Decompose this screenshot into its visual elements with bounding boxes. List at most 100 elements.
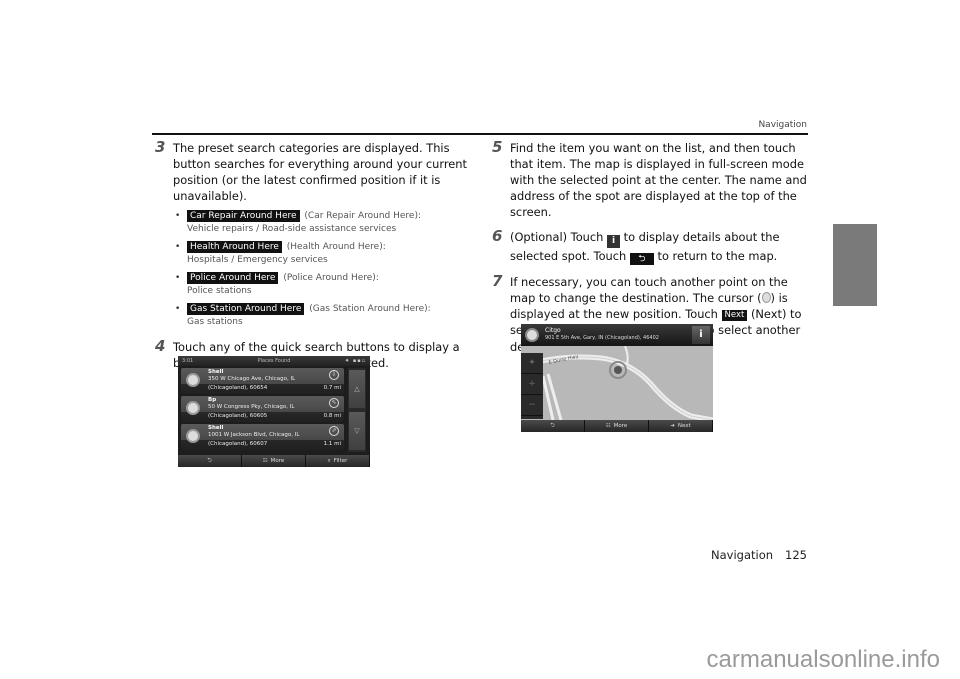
step-text: (Optional) Touch [510, 230, 604, 244]
direction-icon: ⇩ [329, 370, 339, 380]
page-footer: Navigation 125 [711, 548, 807, 562]
info-icon: i [606, 235, 620, 248]
poi-pin-icon [525, 328, 539, 342]
poi-address: 350 W Chicago Ave, Chicago, IL [208, 376, 296, 382]
bullet-icon: • [175, 242, 181, 252]
category-item: • Police Around Here (Police Around Here… [173, 272, 472, 298]
poi-distance: 1.1 mi [323, 441, 341, 447]
poi-pin-icon [186, 401, 200, 415]
category-desc: Police stations [187, 286, 252, 296]
map-controls: ✦ + − [521, 353, 543, 419]
step-3: 3 The preset search categories are displ… [152, 138, 472, 204]
header-rule [152, 133, 808, 135]
scroll-down-button[interactable]: ▽ [349, 412, 365, 450]
next-label: Next [677, 423, 691, 429]
category-list: • Car Repair Around Here (Car Repair Aro… [152, 210, 472, 329]
running-header: Navigation [758, 120, 807, 130]
back-button[interactable]: ⮌ [178, 455, 242, 467]
status-bar: 3:01 Places Found ✷ ▪▪▫ [178, 356, 370, 366]
more-icon: ☷ [605, 423, 611, 429]
step-number: 6 [492, 227, 503, 245]
car-repair-button: Car Repair Around Here [187, 210, 300, 222]
step-text: Find the item you want on the list, and … [510, 141, 807, 219]
poi-address-2: (Chicagoland), 60654 [208, 385, 268, 391]
cursor-icon [761, 292, 771, 303]
place-address: 901 E 5th Ave, Gary, IN (Chicagoland), 4… [545, 335, 659, 341]
poi-name: Bp [208, 397, 217, 403]
category-desc: Vehicle repairs / Road-side assistance s… [187, 224, 397, 234]
zoom-out-button[interactable]: − [521, 395, 543, 416]
places-found-screenshot: 3:01 Places Found ✷ ▪▪▫ Shell 350 W Chic… [178, 356, 370, 467]
health-button: Health Around Here [187, 241, 282, 253]
poi-distance: 0.7 mi [323, 385, 341, 391]
filter-button[interactable]: ⌕ Filter [306, 455, 370, 467]
map-screenshot: E Dune Hwy Citgo 901 E 5th Ave, Gary, IN… [521, 324, 713, 432]
step-number: 3 [155, 138, 166, 156]
left-column: 3 The preset search categories are displ… [152, 138, 472, 371]
footer-section: Navigation [711, 548, 774, 562]
step-number: 5 [492, 138, 503, 156]
category-label: (Police Around Here): [283, 273, 379, 283]
result-item[interactable]: Shell 1001 W Jackson Blvd, Chicago, IL (… [181, 424, 344, 450]
bullet-icon: • [175, 211, 181, 221]
result-item[interactable]: Bp 50 W Congress Pky, Chicago, IL (Chica… [181, 396, 344, 422]
more-icon: ☷ [262, 458, 268, 464]
step-text: The preset search categories are display… [173, 141, 467, 203]
step-text: to return to the map. [657, 249, 778, 263]
category-desc: Hospitals / Emergency services [187, 255, 328, 265]
category-item: • Car Repair Around Here (Car Repair Aro… [173, 210, 472, 236]
map-canvas[interactable]: E Dune Hwy [521, 346, 713, 420]
category-label: (Car Repair Around Here): [304, 211, 421, 221]
results-list: Shell 350 W Chicago Ave, Chicago, IL (Ch… [181, 368, 344, 452]
poi-address-2: (Chicagoland), 60605 [208, 413, 268, 419]
bullet-icon: • [175, 304, 181, 314]
bottom-toolbar: ⮌ ☷ More ➔ Next [521, 420, 713, 432]
back-icon: ⮌ [207, 457, 212, 464]
category-item: • Gas Station Around Here (Gas Station A… [173, 303, 472, 329]
zoom-in-button[interactable]: + [521, 374, 543, 395]
step-number: 7 [492, 272, 503, 290]
next-chip: Next [721, 310, 748, 321]
more-label: More [613, 423, 628, 429]
poi-pin-icon [186, 373, 200, 387]
poi-address-2: (Chicagoland), 60607 [208, 441, 268, 447]
more-label: More [270, 458, 285, 464]
police-button: Police Around Here [187, 272, 279, 284]
back-button[interactable]: ⮌ [521, 420, 585, 432]
chapter-tab [833, 224, 877, 306]
arrow-right-icon: ➔ [670, 423, 675, 429]
watermark: carmanualsonline.info [706, 646, 940, 673]
result-item[interactable]: Shell 350 W Chicago Ave, Chicago, IL (Ch… [181, 368, 344, 394]
screen-title: Places Found [257, 358, 291, 364]
step-number: 4 [155, 337, 166, 355]
place-header: Citgo 901 E 5th Ave, Gary, IN (Chicagola… [521, 324, 713, 346]
gas-station-button: Gas Station Around Here [187, 303, 305, 315]
next-button[interactable]: ➔ Next [649, 420, 713, 432]
bullet-icon: • [175, 273, 181, 283]
direction-icon: ⇖ [329, 398, 339, 408]
filter-label: Filter [333, 458, 348, 464]
search-icon: ⌕ [327, 457, 331, 464]
more-button[interactable]: ☷ More [585, 420, 649, 432]
category-label: (Gas Station Around Here): [309, 304, 431, 314]
category-label: (Health Around Here): [286, 242, 386, 252]
more-button[interactable]: ☷ More [242, 455, 306, 467]
poi-address: 50 W Congress Pky, Chicago, IL [208, 404, 295, 410]
back-icon: ⮌ [550, 422, 555, 429]
category-desc: Gas stations [187, 317, 243, 327]
page-number: 125 [785, 548, 807, 562]
pan-control-icon[interactable]: ✦ [521, 353, 543, 374]
poi-pin-icon [186, 429, 200, 443]
poi-name: Shell [208, 369, 224, 375]
category-item: • Health Around Here (Health Around Here… [173, 241, 472, 267]
info-button[interactable]: i [692, 326, 710, 344]
place-name: Citgo [545, 327, 561, 334]
step-6: 6 (Optional) Touch i to display details … [489, 227, 809, 265]
back-icon: ⮌ [629, 253, 654, 265]
poi-name: Shell [208, 425, 224, 431]
scroll-up-button[interactable]: △ [349, 370, 365, 408]
direction-icon: ⇗ [329, 426, 339, 436]
destination-pin-icon [614, 366, 622, 374]
scrollbar[interactable]: △ ▽ [348, 368, 366, 452]
step-text: If necessary, you can touch another poin… [510, 275, 788, 305]
